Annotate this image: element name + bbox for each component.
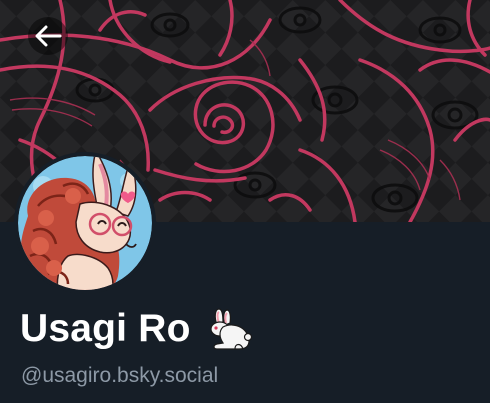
display-name-row: Usagi Ro (20, 303, 253, 355)
rabbit-emoji-icon (210, 308, 252, 350)
profile-handle: @usagiro.bsky.social (21, 364, 219, 387)
display-name: Usagi Ro (20, 307, 191, 350)
avatar-image (18, 156, 152, 290)
avatar[interactable] (14, 152, 156, 294)
arrow-left-icon (35, 25, 62, 47)
back-button[interactable] (28, 17, 68, 55)
